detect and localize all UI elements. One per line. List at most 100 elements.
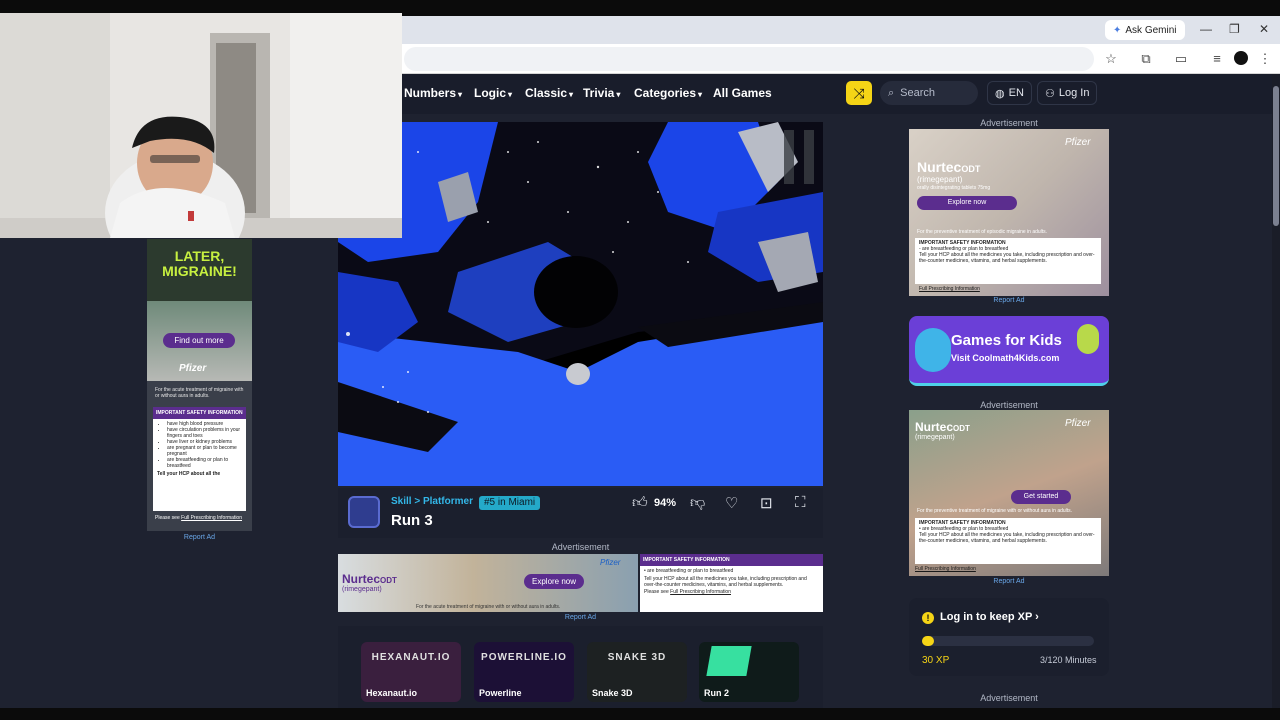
game-canvas[interactable]: [338, 122, 823, 486]
left-see: Please see: [155, 515, 180, 521]
minimize-icon[interactable]: —: [1200, 22, 1212, 36]
heart-icon[interactable]: ♡: [725, 494, 738, 512]
close-icon[interactable]: ✕: [1259, 22, 1269, 36]
banner-isi-panel[interactable]: IMPORTANT SAFETY INFORMATION • are breas…: [640, 554, 823, 612]
bookmark-icon[interactable]: ⊡: [760, 494, 773, 512]
nav-numbers[interactable]: Numbers ▾: [404, 86, 462, 100]
search-placeholder: Search: [900, 87, 936, 99]
related-game-tile[interactable]: POWERLINE.IO Powerline: [474, 642, 574, 702]
xp-login-link[interactable]: Log in to keep XP ›: [940, 611, 1039, 623]
left-isi-tail: Tell your HCP about all the: [157, 471, 221, 477]
game-title: Run 3: [391, 512, 433, 529]
related-game-tile[interactable]: Run 2: [699, 642, 799, 702]
restore-icon[interactable]: ❐: [1229, 22, 1240, 36]
right-ad-1-isi[interactable]: IMPORTANT SAFETY INFORMATION - are breas…: [915, 238, 1101, 284]
banner-isi-bullet: • are breastfeeding or plan to breastfee…: [644, 568, 734, 574]
right-ad-2-get-started-button[interactable]: Get started: [1011, 490, 1071, 504]
banner-see: Please see: [644, 589, 669, 595]
media-control-icon[interactable]: ≡: [1208, 50, 1226, 68]
right1-fpi-link[interactable]: Full Prescribing Information: [919, 286, 980, 292]
right-ad-2-isi[interactable]: IMPORTANT SAFETY INFORMATION • are breas…: [915, 518, 1101, 564]
omnibox[interactable]: [404, 47, 1094, 71]
report-ad-link[interactable]: Report Ad: [909, 297, 1109, 304]
chevron-down-icon: ▾: [569, 90, 574, 99]
right-ad-2-indication: For the preventive treatment of migraine…: [917, 508, 1073, 514]
bookmark-star-icon[interactable]: ☆: [1102, 50, 1120, 68]
right2-fpi-link[interactable]: Full Prescribing Information: [915, 566, 976, 572]
right-ad-2-pfizer: Pfizer: [1065, 418, 1091, 429]
related-game-name: Hexanaut.io: [366, 688, 418, 698]
kids-subtitle: Visit Coolmath4Kids.com: [951, 353, 1060, 363]
left-ad-headline: LATER, MIGRAINE!: [162, 248, 237, 279]
isi-bullet: are pregnant or plan to become pregnant: [167, 445, 242, 457]
webcam-feed: [0, 13, 402, 238]
shuffle-icon[interactable]: ⤨: [846, 81, 872, 105]
search-icon: ⌕: [888, 86, 895, 99]
report-ad-link[interactable]: Report Ad: [909, 578, 1109, 585]
right-ad-1-pfizer: Pfizer: [1065, 137, 1091, 148]
banner-ad-image[interactable]: NurtecODT (rimegepant) Explore now Pfize…: [338, 554, 638, 612]
banner-fpi-link[interactable]: Full Prescribing Information: [670, 589, 731, 595]
isi-bullet: have circulation problems in your finger…: [167, 427, 242, 439]
banner-indication: For the acute treatment of migraine with…: [416, 604, 561, 610]
game-category-link[interactable]: Skill > Platformer: [391, 496, 473, 507]
thumbs-up-icon[interactable]: 👍︎: [632, 494, 648, 512]
login-label: Log In: [1058, 87, 1090, 99]
related-game-name: Run 2: [704, 688, 730, 698]
thumbs-down-icon[interactable]: 👎︎: [690, 494, 705, 512]
left-ad-isi[interactable]: IMPORTANT SAFETY INFORMATION have high b…: [153, 407, 246, 511]
banner-explore-button[interactable]: Explore now: [524, 574, 585, 589]
ask-gemini-button[interactable]: ✦ Ask Gemini: [1105, 20, 1185, 40]
right1-brand: Nurtec: [917, 159, 962, 175]
cast-icon[interactable]: ▭: [1172, 50, 1190, 68]
gemini-icon: ✦: [1113, 24, 1122, 36]
right2-brand-suffix: ODT: [953, 424, 970, 433]
left-ad-fpi-line: Please see Full Prescribing Information: [155, 515, 242, 521]
extensions-icon[interactable]: ⧉: [1137, 50, 1155, 68]
chevron-down-icon: ▾: [616, 90, 621, 99]
nav-all-games[interactable]: All Games: [713, 86, 772, 100]
nav-logic[interactable]: Logic ▾: [474, 86, 512, 100]
xp-value: 30 XP: [922, 655, 950, 666]
login-button[interactable]: ⚇ Log In: [1037, 81, 1098, 105]
left-fpi-link[interactable]: Full Prescribing Information: [181, 515, 242, 521]
chevron-down-icon: ▾: [458, 90, 463, 99]
right-ad-2[interactable]: NurtecODT (rimegepant) Pfizer Get starte…: [909, 410, 1109, 576]
fullscreen-icon[interactable]: ⛶: [795, 494, 806, 511]
report-ad-link[interactable]: Report Ad: [338, 614, 823, 621]
right-ad-1-brand: NurtecODT: [917, 159, 980, 175]
report-ad-link[interactable]: Report Ad: [147, 534, 252, 541]
left-skyscraper-ad[interactable]: LATER, MIGRAINE! Find out more Pfizer Fo…: [147, 239, 252, 531]
xp-title: Log in to keep XP: [940, 611, 1033, 623]
language-selector[interactable]: ◍ EN: [987, 81, 1032, 105]
left-ad-pfizer: Pfizer: [179, 363, 207, 374]
scrollbar-thumb[interactable]: [1273, 86, 1279, 226]
right-ad-1-tagline: orally disintegrating tablets 75mg: [917, 185, 991, 191]
right2-isi-body: Tell your HCP about all the medicines yo…: [919, 532, 1095, 544]
banner-brand: Nurtec: [342, 572, 381, 586]
right1-isi-body: Tell your HCP about all the medicines yo…: [919, 252, 1095, 264]
related-game-name: Powerline: [479, 688, 522, 698]
language-label: EN: [1008, 87, 1024, 99]
chevron-right-icon: ›: [1035, 611, 1039, 623]
right-ad-1-explore-button[interactable]: Explore now: [917, 196, 1017, 210]
nav-logic-label: Logic: [474, 86, 506, 100]
profile-avatar[interactable]: [1234, 51, 1248, 65]
rank-badge[interactable]: #5 in Miami: [479, 496, 541, 510]
games-for-kids-banner[interactable]: Games for Kids Visit Coolmath4Kids.com: [909, 316, 1109, 386]
chevron-down-icon: ▾: [698, 90, 703, 99]
nav-categories[interactable]: Categories ▾: [634, 86, 702, 100]
ad-label: Advertisement: [980, 400, 1038, 410]
more-menu-icon[interactable]: ⋮: [1256, 50, 1274, 68]
ad-label: Advertisement: [980, 693, 1038, 703]
related-game-tile[interactable]: SNAKE 3D Snake 3D: [587, 642, 687, 702]
banner-isi-title: IMPORTANT SAFETY INFORMATION: [640, 554, 823, 566]
left-isi-list: have high blood pressurehave circulation…: [153, 419, 246, 469]
octopus-mascot-icon: [915, 328, 951, 372]
left-ad-find-out-button[interactable]: Find out more: [163, 333, 235, 348]
nav-classic[interactable]: Classic ▾: [525, 86, 573, 100]
related-game-tile[interactable]: HEXANAUT.IO Hexanaut.io: [361, 642, 461, 702]
right-ad-1[interactable]: NurtecODT (rimegepant) orally disintegra…: [909, 129, 1109, 296]
nav-trivia[interactable]: Trivia ▾: [583, 86, 620, 100]
search-input[interactable]: ⌕ Search: [880, 81, 978, 105]
